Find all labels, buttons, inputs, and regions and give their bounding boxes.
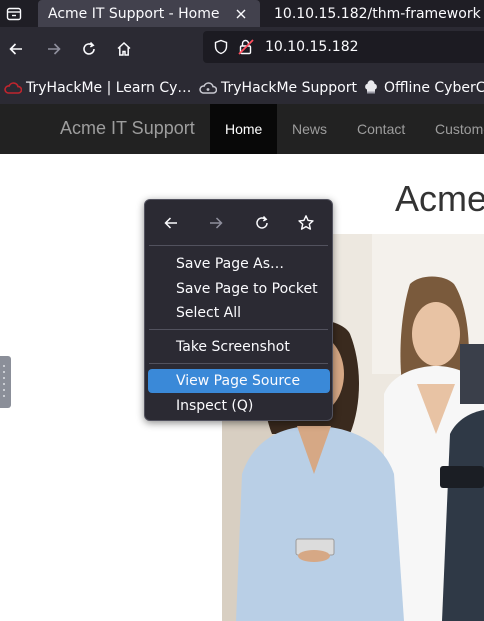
menu-item-save-to-pocket[interactable]: Save Page to Pocket [148,277,330,301]
menu-item-select-all[interactable]: Select All [148,301,330,325]
url-text[interactable]: 10.10.15.182 [265,39,359,55]
menu-item-take-screenshot[interactable]: Take Screenshot [148,335,330,359]
forward-arrow-icon [48,43,61,55]
reload-icon [256,215,268,229]
menu-item-save-page-as[interactable]: Save Page As… [148,252,330,276]
back-arrow-icon [9,43,22,55]
page-heading: Acme [395,178,484,219]
url-bar[interactable]: 10.10.15.182 [203,31,484,63]
bookmark-label: TryHackMe | Learn Cy… [26,80,192,96]
context-reload-button[interactable] [251,212,273,234]
grip-icon [3,365,5,397]
bookmark-tryhackme[interactable]: TryHackMe | Learn Cy… [4,79,191,97]
tab-title: Acme IT Support - Home [48,5,220,22]
context-menu-nav [145,200,334,245]
tab-list-icon [6,7,22,20]
insecure-lock-icon[interactable] [237,38,255,56]
site-nav-home[interactable]: Home [210,104,278,154]
back-button[interactable] [4,37,28,61]
tryhackme-icon [4,80,22,96]
support-cloud-icon [199,80,217,96]
reload-button[interactable] [77,37,101,61]
navigation-toolbar: 10.10.15.182 [0,27,484,70]
tab-bar: Acme IT Support - Home 10.10.15.182/thm-… [0,0,484,27]
context-forward-button[interactable] [205,212,227,234]
menu-separator [149,245,328,246]
reload-icon [83,41,95,55]
bookmark-label: TryHackMe Support [221,80,357,96]
close-icon[interactable] [232,5,250,23]
context-menu: Save Page As… Save Page to Pocket Select… [144,199,333,421]
star-icon [298,215,314,230]
bookmarks-toolbar: TryHackMe | Learn Cy… TryHackMe Support … [0,70,484,104]
chef-hat-icon [362,80,380,96]
site-navbar: Acme IT Support Home News Contact Custom… [0,104,484,154]
tab-title: 10.10.15.182/thm-framework [274,5,481,22]
home-button[interactable] [112,37,136,61]
bookmark-thm-support[interactable]: TryHackMe Support [199,79,357,97]
back-arrow-icon [164,217,177,229]
menu-separator [149,329,328,330]
sidebar-handle[interactable] [0,356,11,408]
site-brand[interactable]: Acme IT Support [60,118,195,139]
site-nav-contact[interactable]: Contact [357,104,405,154]
shield-icon[interactable] [213,39,229,55]
bookmark-offline-cyberchef[interactable]: Offline CyberCh [362,79,484,97]
tab-acme-home[interactable]: Acme IT Support - Home [38,0,260,27]
menu-item-inspect[interactable]: Inspect (Q) [148,394,330,418]
home-icon [117,41,131,56]
site-nav-customers[interactable]: Customers [435,104,484,154]
bookmark-label: Offline CyberCh [384,80,484,96]
menu-item-view-page-source[interactable]: View Page Source [148,369,330,393]
context-bookmark-button[interactable] [295,212,317,234]
site-nav-news[interactable]: News [292,104,327,154]
menu-separator [149,363,328,364]
tab-thm-framework[interactable]: 10.10.15.182/thm-framework [264,0,484,27]
forward-button[interactable] [42,37,66,61]
tab-list-button[interactable] [0,0,28,27]
forward-arrow-icon [210,217,223,229]
context-back-button[interactable] [160,212,182,234]
